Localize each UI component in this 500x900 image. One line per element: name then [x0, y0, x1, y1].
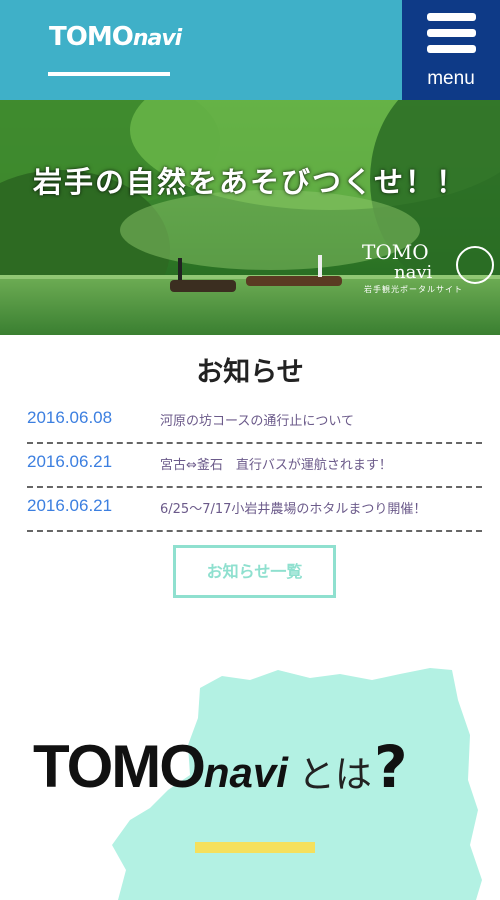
- news-text[interactable]: 河原の坊コースの通行止について: [160, 410, 354, 429]
- watermark-caption: 岩手観光ポータルサイト: [364, 285, 463, 294]
- hero-watermark: TOMO navi 岩手観光ポータルサイト: [360, 240, 500, 300]
- about-accent-bar: [195, 842, 315, 853]
- hero-title: 岩手の自然をあそびつくせ！！: [32, 165, 467, 199]
- logo-main-text: TOMO: [49, 22, 134, 52]
- news-text[interactable]: 6/25〜7/17小岩井農場のホタルまつり開催！: [160, 498, 426, 517]
- mascot-face-icon: [456, 246, 494, 284]
- news-item[interactable]: 2016.06.21 6/25〜7/17小岩井農場のホタルまつり開催！: [27, 486, 482, 532]
- news-item[interactable]: 2016.06.21 宮古⇔釜石 直行バスが運航されます！: [27, 442, 482, 488]
- news-heading: お知らせ: [196, 357, 304, 388]
- question-mark: ?: [373, 733, 408, 801]
- hero-banner: 岩手の自然をあそびつくせ！！ TOMO navi 岩手観光ポータルサイト: [0, 100, 500, 335]
- site-logo[interactable]: TOMOnavi: [49, 22, 182, 52]
- watermark-sub: navi: [394, 262, 433, 283]
- about-title: TOMOnavi とは?: [33, 732, 408, 812]
- logo-sub-text: navi: [132, 26, 182, 51]
- about-section: TOMOnavi とは?: [0, 640, 500, 900]
- menu-label: menu: [427, 68, 475, 89]
- news-list-button[interactable]: お知らせ一覧: [173, 545, 336, 598]
- logo-underline: [48, 72, 170, 76]
- menu-button[interactable]: menu: [402, 0, 500, 100]
- news-item[interactable]: 2016.06.08 河原の坊コースの通行止について: [27, 398, 482, 444]
- about-title-sub: navi: [203, 749, 288, 796]
- watermark-main: TOMO: [362, 240, 429, 264]
- site-header: TOMOnavi menu: [0, 0, 500, 100]
- news-text[interactable]: 宮古⇔釜石 直行バスが運航されます！: [160, 454, 392, 473]
- news-date: 2016.06.08: [27, 408, 113, 427]
- about-title-suffix: とは: [297, 753, 372, 796]
- news-date: 2016.06.21: [27, 496, 113, 515]
- news-date: 2016.06.21: [27, 452, 113, 471]
- about-title-main: TOMO: [33, 733, 206, 800]
